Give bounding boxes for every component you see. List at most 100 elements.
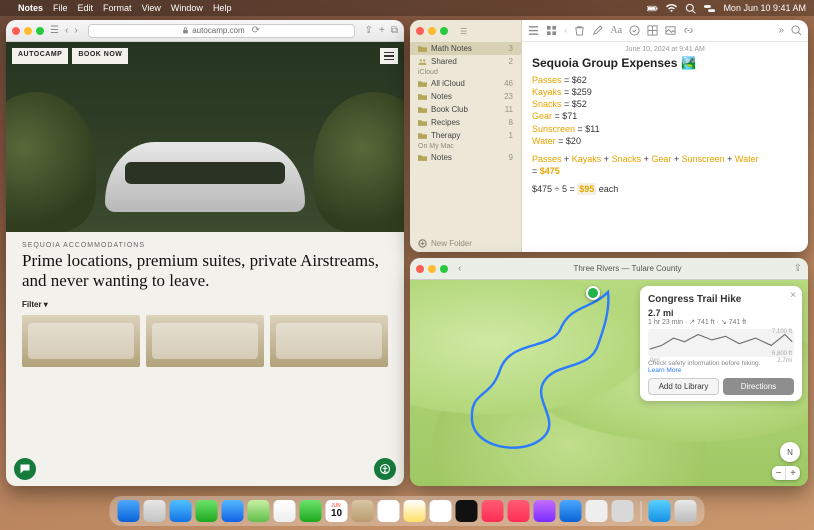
dock-maps[interactable] [248,500,270,522]
checklist-icon[interactable] [629,25,640,36]
dock-podcasts[interactable] [534,500,556,522]
hamburger-menu[interactable] [380,48,398,64]
wifi-icon[interactable] [666,3,677,14]
dock-tv[interactable] [456,500,478,522]
dock-photos[interactable] [274,500,296,522]
sidebar-icon[interactable]: ☰ [50,25,59,36]
traffic-lights[interactable] [416,27,448,35]
dock-reminders[interactable] [378,500,400,522]
learn-more-link[interactable]: Learn More [648,367,681,374]
close-button[interactable] [12,27,20,35]
share-icon[interactable]: ⇪ [794,263,802,274]
compose-icon[interactable] [592,25,603,36]
reload-icon[interactable]: ⟳ [252,25,260,36]
close-button[interactable] [416,27,424,35]
media-icon[interactable] [665,25,676,36]
address-text: autocamp.com [192,26,244,35]
close-icon[interactable]: × [790,290,796,301]
battery-icon[interactable] [647,3,658,14]
minimize-button[interactable] [428,265,436,273]
menu-view[interactable]: View [142,3,161,13]
app-menu[interactable]: Notes [18,3,43,13]
sidebar-item-recipes[interactable]: Recipes8 [410,116,521,129]
dock-messages[interactable] [196,500,218,522]
dock-appstore[interactable] [560,500,582,522]
address-bar[interactable]: autocamp.com ⟳ [88,24,355,38]
thumb-2[interactable] [146,315,264,367]
format-icon[interactable]: Aa [610,25,622,36]
dock-news[interactable] [508,500,530,522]
gallery-view-icon[interactable] [546,25,557,36]
close-button[interactable] [416,265,424,273]
dock-trash[interactable] [675,500,697,522]
note-body[interactable]: June 10, 2024 at 9:41 AM Sequoia Group E… [522,42,808,201]
menu-file[interactable]: File [53,3,68,13]
sidebar-item-book-club[interactable]: Book Club11 [410,103,521,116]
dock-downloads[interactable] [649,500,671,522]
traffic-lights[interactable] [416,265,448,273]
sidebar-item-notes[interactable]: Notes23 [410,90,521,103]
add-to-library-button[interactable]: Add to Library [648,378,719,395]
new-folder-button[interactable]: New Folder [410,235,521,252]
zoom-button[interactable] [36,27,44,35]
menu-format[interactable]: Format [103,3,132,13]
sidebar-item-math-notes[interactable]: Math Notes 3 [410,42,521,55]
trailhead-pin[interactable] [586,286,600,300]
back-icon[interactable]: ‹ [458,263,461,274]
search-icon[interactable] [685,3,696,14]
dock-safari[interactable] [170,500,192,522]
section-kicker: SEQUOIA ACCOMMODATIONS [6,232,404,249]
dock-launchpad[interactable] [144,500,166,522]
menu-window[interactable]: Window [171,3,203,13]
dock-mail[interactable] [222,500,244,522]
thumb-1[interactable] [22,315,140,367]
chat-fab[interactable] [14,458,36,480]
sidebar-item-local-notes[interactable]: Notes9 [410,151,521,164]
note-date: June 10, 2024 at 9:41 AM [532,46,798,53]
accommodation-thumbs [6,315,404,367]
zoom-button[interactable] [440,265,448,273]
search-icon[interactable] [791,25,802,36]
dock-contacts[interactable] [352,500,374,522]
list-view-icon[interactable] [528,25,539,36]
dock-facetime[interactable] [300,500,322,522]
brand-logo[interactable]: AUTOCAMP [12,48,68,64]
accessibility-fab[interactable] [374,458,396,480]
sidebar-item-shared[interactable]: Shared 2 [410,55,521,68]
dock-passwords[interactable] [586,500,608,522]
more-icon[interactable]: » [778,25,784,36]
book-now-button[interactable]: BOOK NOW [72,48,128,64]
thumb-3[interactable] [270,315,388,367]
zoom-in-button[interactable]: + [786,466,800,480]
menubar-clock[interactable]: Mon Jun 10 9:41 AM [723,3,806,13]
minimize-button[interactable] [24,27,32,35]
dock-finder[interactable] [118,500,140,522]
dock-music[interactable] [482,500,504,522]
zoom-out-button[interactable]: − [772,466,786,480]
control-center-icon[interactable] [704,3,715,14]
link-icon[interactable] [683,25,694,36]
minimize-button[interactable] [428,27,436,35]
sidebar-toggle-icon[interactable]: ☰ [460,27,467,36]
zoom-button[interactable] [440,27,448,35]
trash-icon[interactable] [574,25,585,36]
sidebar-item-all-icloud[interactable]: All iCloud46 [410,77,521,90]
menu-help[interactable]: Help [213,3,232,13]
dock-freeform[interactable] [430,500,452,522]
share-icon[interactable]: ⇪ [365,25,373,36]
directions-button[interactable]: Directions [723,378,794,395]
table-icon[interactable] [647,25,658,36]
dock-calendar[interactable]: JUN10 [326,500,348,522]
sidebar-item-therapy[interactable]: Therapy1 [410,129,521,142]
filter-button[interactable]: Filter ▾ [6,300,404,315]
back-icon[interactable]: ‹ [65,25,68,36]
new-tab-icon[interactable]: + [379,25,385,36]
dock-settings[interactable] [612,500,634,522]
tabs-icon[interactable]: ⧉ [391,25,398,36]
back-icon[interactable]: ‹ [564,25,567,36]
menu-edit[interactable]: Edit [78,3,94,13]
forward-icon[interactable]: › [74,25,77,36]
dock-notes[interactable] [404,500,426,522]
traffic-lights[interactable] [12,27,44,35]
compass-button[interactable]: N [780,442,800,462]
